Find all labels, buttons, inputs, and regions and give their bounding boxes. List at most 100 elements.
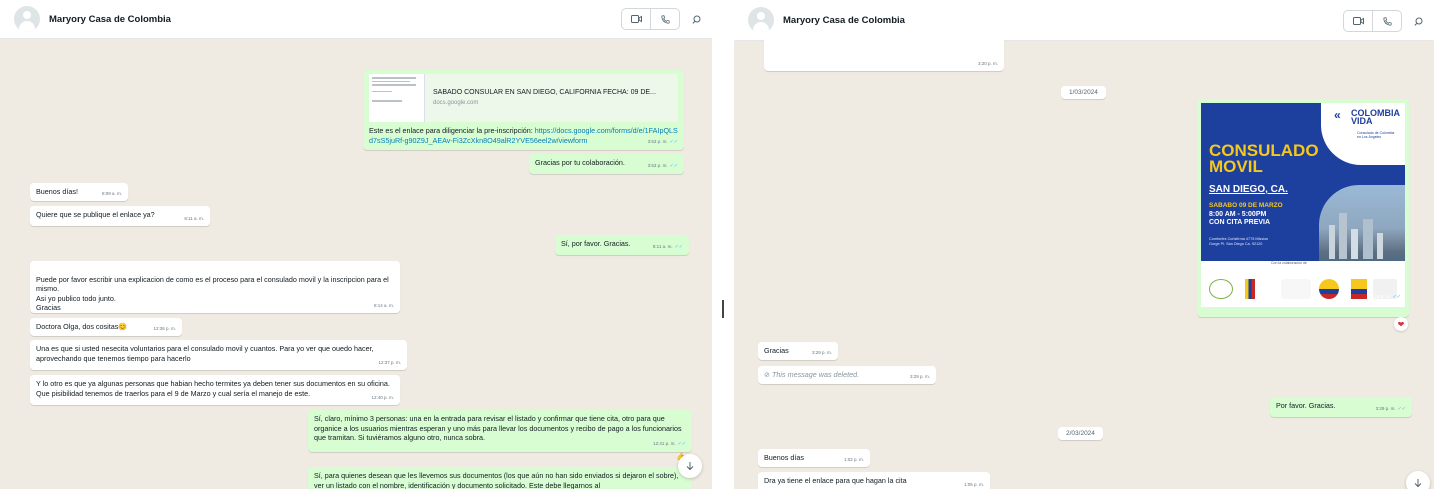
flyer-date: SABABO 09 DE MARZO	[1209, 202, 1283, 209]
message-time: 12:41 p. m. ✓✓	[653, 441, 686, 448]
chevron-down-icon	[1414, 479, 1422, 488]
search-button[interactable]	[688, 11, 704, 27]
message-text: Puede por favor escribir una explicacion…	[36, 274, 389, 313]
sponsor-logo	[1245, 279, 1255, 299]
message-time: 3:29 p. m.	[909, 374, 930, 380]
video-call-button[interactable]	[1344, 11, 1372, 31]
search-icon	[1413, 17, 1422, 26]
call-button-group	[1343, 10, 1402, 32]
search-button[interactable]	[1410, 13, 1426, 29]
message-bubble-partial[interactable]: Dra ya tiene el enlace para que hagan la…	[758, 472, 990, 489]
message-bubble-partial[interactable]: 3:20 p. m.	[764, 35, 1004, 71]
message-time: 12:40 p. m.	[371, 395, 394, 401]
message-text: Sí, por favor. Gracias.	[561, 239, 631, 248]
header-actions	[1343, 10, 1426, 32]
divider-grip[interactable]	[722, 300, 724, 318]
date-separator: 1/03/2024	[1061, 86, 1106, 99]
message-text: Buenos días!	[36, 187, 78, 196]
message-list[interactable]: 3:20 p. m. 1/03/2024 « COLOMBIA VIDA Con…	[734, 35, 1434, 489]
message-time: 3:20 p. m.	[977, 61, 998, 67]
message-bubble[interactable]: Sí, claro, mínimo 3 personas: una en la …	[308, 410, 692, 452]
video-camera-icon	[630, 15, 642, 23]
message-bubble[interactable]: Sí, por favor. Gracias. 8:11 a. m. ✓✓	[555, 235, 689, 255]
flyer-sponsor-label: Con la colaboración de	[1271, 261, 1307, 266]
message-bubble[interactable]: Doctora Olga, dos cositas😊 12:36 p. m.	[30, 318, 182, 336]
message-time: 8:11 a. m. ✓✓	[652, 244, 683, 251]
voice-call-button[interactable]	[1372, 11, 1401, 31]
video-camera-icon	[1352, 17, 1364, 25]
scroll-to-bottom-button[interactable]	[678, 454, 702, 478]
contact-avatar[interactable]	[14, 6, 40, 32]
message-time: 3:53 p. m. ✓✓	[647, 139, 678, 146]
pane-divider[interactable]	[712, 0, 734, 489]
image-message-bubble[interactable]: « COLOMBIA VIDA Consulado de Colombia en…	[1197, 99, 1409, 317]
message-text: This message was deleted.	[772, 370, 860, 379]
message-bubble-partial[interactable]: Sí, para quienes desean que les llevemos…	[308, 467, 692, 489]
voice-call-button[interactable]	[650, 9, 679, 29]
link-preview-text: SABADO CONSULAR EN SAN DIEGO, CALIFORNIA…	[425, 74, 664, 122]
message-time: 3:29 p. m.	[811, 350, 832, 356]
flyer-logo-text: COLOMBIA VIDA	[1351, 108, 1400, 126]
call-button-group	[621, 8, 680, 30]
message-text: Doctora Olga, dos cositas	[36, 322, 119, 331]
chevron-down-icon	[686, 462, 694, 471]
message-bubble[interactable]: Una es que si usted nesecita voluntarios…	[30, 340, 407, 370]
message-time: 12:36 p. m.	[153, 326, 176, 332]
message-text: Por favor. Gracias.	[1276, 401, 1336, 410]
message-text: Buenos días	[764, 453, 804, 462]
message-time: 8:11 a. m.	[184, 216, 204, 222]
flyer-logo-subtitle: Consulado de Colombia en Los Ángeles	[1357, 131, 1395, 139]
flyer-title: CONSULADO MOVIL	[1209, 141, 1319, 176]
message-time: 8:09 a. m.	[101, 191, 122, 197]
message-bubble[interactable]: Quiere que se publique el enlace ya? 8:1…	[30, 206, 210, 226]
message-list[interactable]: SABADO CONSULAR EN SAN DIEGO, CALIFORNIA…	[0, 39, 712, 489]
flyer-hours: 8:00 AM - 5:00PM CON CITA PREVIA	[1209, 211, 1271, 226]
scroll-to-bottom-button[interactable]	[1406, 471, 1430, 489]
video-call-button[interactable]	[622, 9, 650, 29]
message-bubble[interactable]: Buenos días 1:02 p. m.	[758, 449, 870, 467]
sponsor-logo	[1351, 279, 1367, 299]
message-time: 1:05 p. m.	[963, 482, 984, 488]
message-bubble[interactable]: Y lo otro es que ya algunas personas que…	[30, 375, 400, 405]
message-bubble-link[interactable]: SABADO CONSULAR EN SAN DIEGO, CALIFORNIA…	[363, 70, 684, 150]
search-icon	[691, 15, 700, 24]
message-bubble[interactable]: Buenos días! 8:09 a. m.	[30, 183, 128, 201]
message-time: 3:53 p. m. ✓✓	[647, 163, 678, 170]
double-check-icon: ✓✓	[1397, 406, 1406, 413]
message-bubble[interactable]: Gracias 3:29 p. m.	[758, 342, 838, 360]
sponsor-logo	[1209, 279, 1233, 299]
blocked-icon: ⊘	[764, 370, 773, 379]
phone-icon	[1382, 16, 1392, 26]
chat-header: Maryory Casa de Colombia	[0, 0, 712, 39]
chat-pane-left: Maryory Casa de Colombia SABADO CONSULAR…	[0, 0, 712, 489]
heart-reaction-icon[interactable]: ❤	[1394, 317, 1408, 331]
link-preview[interactable]: SABADO CONSULAR EN SAN DIEGO, CALIFORNIA…	[369, 74, 678, 122]
message-bubble[interactable]: Por favor. Gracias. 3:29 p. m. ✓✓	[1270, 397, 1412, 417]
message-text: Gracias por tu colaboración.	[535, 158, 625, 167]
message-text: Este es el enlace para diligenciar la pr…	[369, 126, 535, 135]
chat-pane-right: Maryory Casa de Colombia 3:20 p. m. 1/03…	[734, 0, 1434, 489]
contact-name[interactable]: Maryory Casa de Colombia	[783, 15, 905, 26]
flyer-city: SAN DIEGO, CA.	[1209, 184, 1288, 195]
sponsor-logo	[1319, 279, 1339, 299]
message-time: 12:37 p. m.	[378, 360, 401, 366]
double-check-icon: ✓✓	[677, 441, 686, 448]
smiling-face-emoji-icon: 😊	[118, 322, 128, 331]
message-time: 1:02 p. m.	[843, 457, 864, 463]
contact-name[interactable]: Maryory Casa de Colombia	[49, 14, 171, 25]
message-text: Y lo otro es que ya algunas personas que…	[36, 379, 390, 398]
flyer-logo-mark: «	[1334, 108, 1341, 122]
deleted-message-bubble[interactable]: ⊘ This message was deleted. 3:29 p. m.	[758, 366, 936, 384]
double-check-icon: ✓✓	[669, 139, 678, 146]
date-separator: 2/03/2024	[1058, 427, 1103, 440]
header-actions	[621, 8, 704, 30]
double-check-icon: ✓✓	[669, 163, 678, 170]
message-text: Sí, para quienes desean que les llevemos…	[314, 471, 679, 489]
contact-avatar[interactable]	[748, 7, 774, 33]
message-bubble[interactable]: Puede por favor escribir una explicacion…	[30, 261, 400, 313]
message-text: Gracias	[764, 346, 789, 355]
message-bubble[interactable]: Gracias por tu colaboración. 3:53 p. m. ✓…	[529, 154, 684, 174]
message-time: 8:14 a. m.	[373, 303, 394, 309]
consulado-flyer-image[interactable]: « COLOMBIA VIDA Consulado de Colombia en…	[1201, 103, 1405, 307]
sponsor-logo	[1281, 279, 1311, 299]
